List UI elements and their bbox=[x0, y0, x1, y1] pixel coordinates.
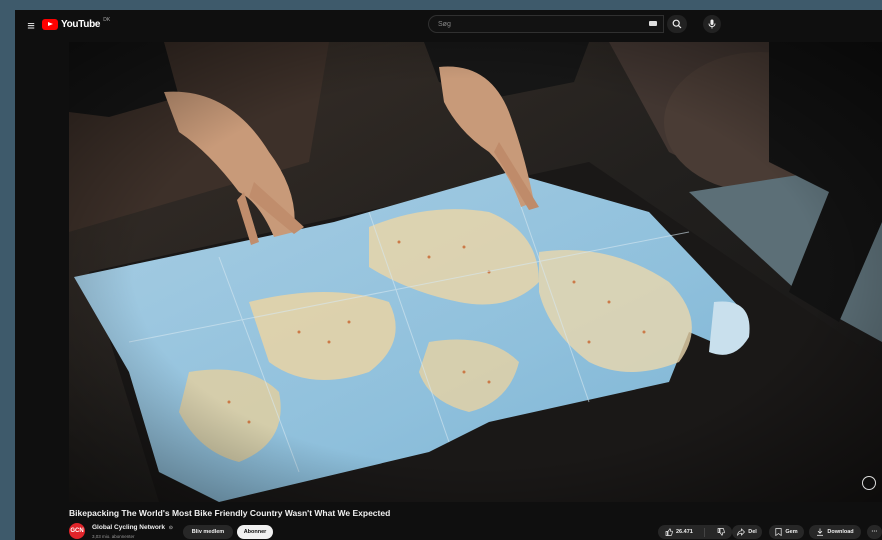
share-button[interactable]: Del bbox=[732, 525, 762, 539]
verified-icon: ⊙ bbox=[168, 525, 173, 531]
logo-text: YouTube bbox=[61, 19, 101, 30]
more-icon: ··· bbox=[871, 529, 878, 535]
share-icon bbox=[737, 528, 746, 536]
vignette bbox=[69, 42, 882, 502]
channel-watermark-icon[interactable] bbox=[862, 476, 876, 490]
voice-search-button[interactable] bbox=[703, 15, 721, 33]
keyboard-icon[interactable] bbox=[649, 21, 657, 26]
search-input[interactable] bbox=[438, 20, 638, 28]
like-dislike-group: 26.471 bbox=[658, 525, 732, 539]
dislike-button[interactable] bbox=[717, 528, 725, 536]
youtube-app: ≡ YouTube DK Søg Bikepacking The World's… bbox=[15, 10, 882, 540]
channel-avatar[interactable]: GCN bbox=[69, 523, 85, 539]
thumbs-up-icon bbox=[665, 528, 673, 536]
menu-icon[interactable]: ≡ bbox=[23, 18, 39, 34]
microphone-icon bbox=[708, 19, 716, 29]
video-frame bbox=[69, 42, 882, 502]
masthead: ≡ YouTube DK bbox=[15, 10, 882, 42]
search-button[interactable] bbox=[667, 15, 687, 33]
like-divider bbox=[704, 527, 706, 537]
download-icon bbox=[817, 528, 824, 536]
like-button[interactable]: 26.471 bbox=[665, 528, 693, 536]
save-icon bbox=[775, 528, 782, 536]
channel-name[interactable]: Global Cycling Network ⊙ bbox=[92, 524, 173, 531]
subscribe-button[interactable]: Abonner bbox=[237, 525, 273, 539]
share-label: Del bbox=[748, 529, 757, 535]
logo-country-code: DK bbox=[103, 16, 111, 23]
subscriber-count: 3,03 mio. abonnenter bbox=[92, 534, 135, 539]
youtube-logo-icon bbox=[42, 19, 58, 30]
video-player[interactable] bbox=[69, 42, 882, 502]
join-button[interactable]: Bliv medlem bbox=[183, 525, 233, 539]
like-count: 26.471 bbox=[676, 529, 693, 535]
more-button[interactable]: ··· bbox=[867, 525, 882, 539]
youtube-logo[interactable]: YouTube DK bbox=[42, 16, 111, 30]
channel-name-text: Global Cycling Network bbox=[92, 524, 165, 531]
video-title: Bikepacking The World's Most Bike Friend… bbox=[69, 508, 391, 518]
avatar-label: GCN bbox=[70, 528, 84, 534]
save-button[interactable]: Gem bbox=[769, 525, 804, 539]
download-label: Download bbox=[827, 529, 854, 535]
search-box[interactable] bbox=[428, 15, 664, 33]
download-button[interactable]: Download bbox=[809, 525, 861, 539]
save-label: Gem bbox=[785, 529, 798, 535]
thumbs-down-icon bbox=[717, 528, 725, 536]
search-icon bbox=[672, 19, 682, 29]
